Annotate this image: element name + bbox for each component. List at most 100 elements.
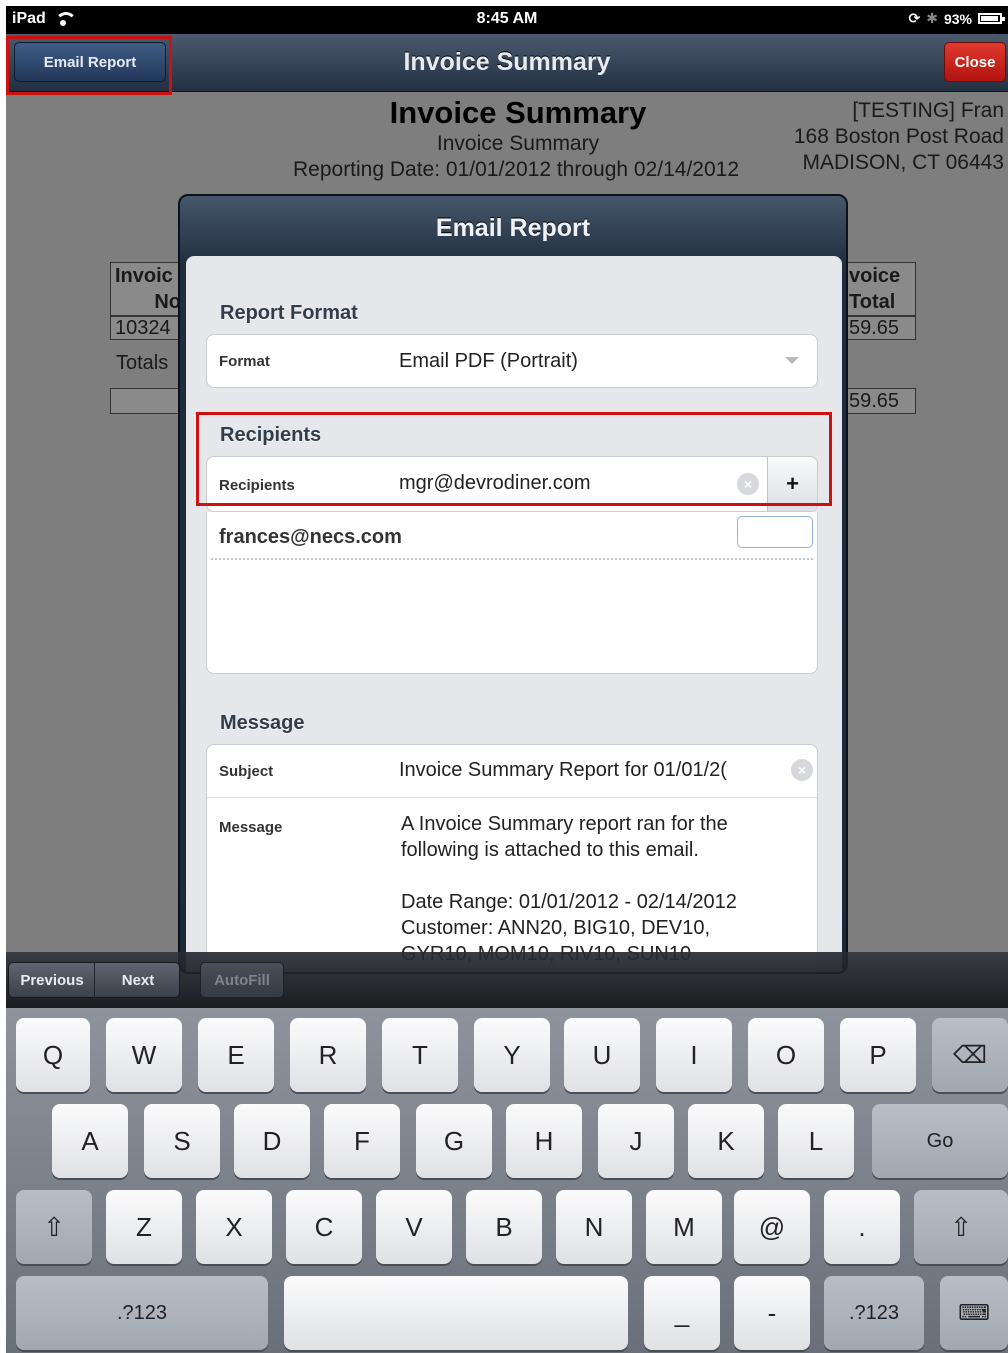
format-label: Format — [219, 353, 270, 370]
keyboard-icon: ⌨ — [958, 1300, 990, 1325]
table-cell-invoice-no: 10324 — [110, 316, 186, 340]
key-l[interactable]: L — [778, 1104, 854, 1178]
key-v[interactable]: V — [376, 1190, 452, 1264]
message-textarea[interactable]: A Invoice Summary report ran for the fol… — [401, 811, 737, 967]
divider — [211, 558, 813, 560]
numbers-key-right[interactable]: .?123 — [824, 1276, 924, 1350]
format-row[interactable]: Format Email PDF (Portrait) — [206, 334, 818, 388]
shift-key-left[interactable]: ⇧ — [16, 1190, 92, 1264]
report-format-section-label: Report Format — [220, 302, 358, 324]
key-p[interactable]: P — [840, 1018, 916, 1092]
table-header-invoice-no: Invoic No — [110, 262, 186, 316]
delete-icon: ⌫ — [953, 1041, 987, 1069]
divider — [207, 797, 817, 798]
subject-input[interactable]: Invoice Summary Report for 01/01/2( — [399, 759, 789, 782]
key-dash[interactable]: - — [734, 1276, 810, 1350]
shift-icon: ⇧ — [950, 1211, 972, 1242]
key-r[interactable]: R — [290, 1018, 366, 1092]
divider — [94, 962, 95, 998]
recipient-entry[interactable]: frances@necs.com — [219, 526, 402, 549]
keyboard-toolbar: Previous Next AutoFill — [6, 952, 1008, 1008]
message-section-label: Message — [220, 712, 305, 734]
format-select[interactable]: Email PDF (Portrait) — [399, 350, 578, 373]
key-t[interactable]: T — [382, 1018, 458, 1092]
modal-body: Report Format Format Email PDF (Portrait… — [186, 256, 842, 972]
message-line: Date Range: 01/01/2012 - 02/14/2012 — [401, 891, 737, 913]
backspace-key[interactable]: ⌫ — [932, 1018, 1008, 1092]
chevron-down-icon — [785, 357, 799, 364]
battery-percent: 93% — [943, 10, 972, 27]
message-line: Customer: ANN20, BIG10, DEV10, — [401, 917, 711, 939]
screen: iPad 8:45 AM ⟳ ✱ 93% Invoice Summary Inv… — [0, 0, 1008, 1353]
table-header-invoice-total: voice Total — [844, 262, 916, 316]
key-h[interactable]: H — [506, 1104, 582, 1178]
key-period[interactable]: . — [824, 1190, 900, 1264]
address-line: MADISON, CT 06443 — [802, 151, 1004, 174]
key-w[interactable]: W — [106, 1018, 182, 1092]
table-cell-invoice-total: 59.65 — [844, 316, 916, 340]
key-y[interactable]: Y — [474, 1018, 550, 1092]
key-i[interactable]: I — [656, 1018, 732, 1092]
key-b[interactable]: B — [466, 1190, 542, 1264]
remove-recipient-button[interactable] — [737, 516, 813, 548]
hide-keyboard-key[interactable]: ⌨ — [940, 1276, 1008, 1350]
report-title: Invoice Summary — [389, 95, 647, 130]
go-key[interactable]: Go — [872, 1104, 1008, 1178]
totals-cell-invoice-total: 59.65 — [844, 388, 916, 414]
message-line: following is attached to this email. — [401, 839, 699, 861]
key-c[interactable]: C — [286, 1190, 362, 1264]
next-button[interactable]: Next — [95, 972, 181, 989]
key-u[interactable]: U — [564, 1018, 640, 1092]
totals-label: Totals — [116, 352, 169, 374]
shift-key-right[interactable]: ⇧ — [914, 1190, 1008, 1264]
report-date-range: Reporting Date: 01/01/2012 through 02/14… — [292, 158, 739, 181]
subject-label: Subject — [219, 763, 274, 780]
clock: 8:45 AM — [476, 10, 538, 27]
address-line: 168 Boston Post Road — [793, 125, 1004, 148]
key-q[interactable]: Q — [16, 1018, 90, 1092]
message-group: Subject Invoice Summary Report for 01/01… — [206, 744, 818, 972]
close-button[interactable]: Close — [944, 42, 1006, 82]
clear-icon[interactable]: × — [791, 759, 813, 781]
battery-icon — [978, 13, 1005, 24]
header-line: voice — [849, 265, 901, 287]
message-label: Message — [219, 819, 283, 836]
key-at[interactable]: @ — [734, 1190, 810, 1264]
report-subtitle: Invoice Summary — [436, 132, 600, 155]
key-k[interactable]: K — [688, 1104, 764, 1178]
key-n[interactable]: N — [556, 1190, 632, 1264]
report-table-right: voice Total 59.65 59.65 — [844, 262, 916, 414]
email-report-modal: Email Report Report Format Format Email … — [178, 194, 848, 974]
status-bar: iPad 8:45 AM ⟳ ✱ 93% — [6, 6, 1008, 34]
numbers-key-left[interactable]: .?123 — [16, 1276, 268, 1350]
key-e[interactable]: E — [198, 1018, 274, 1092]
address-line: [TESTING] Fran — [852, 99, 1004, 122]
autofill-button[interactable]: AutoFill — [200, 962, 284, 998]
modal-title: Email Report — [435, 214, 591, 242]
bluetooth-icon: ✱ — [926, 10, 938, 26]
company-address: [TESTING] Fran 168 Boston Post Road MADI… — [794, 98, 1004, 176]
recipient-list: frances@necs.com — [206, 512, 818, 674]
key-a[interactable]: A — [52, 1104, 128, 1178]
lock-rotation-icon: ⟳ — [908, 10, 921, 26]
space-key[interactable] — [284, 1276, 628, 1350]
key-o[interactable]: O — [748, 1018, 824, 1092]
highlight-recipients — [196, 412, 832, 506]
key-m[interactable]: M — [646, 1190, 722, 1264]
key-d[interactable]: D — [234, 1104, 310, 1178]
key-g[interactable]: G — [416, 1104, 492, 1178]
highlight-email-report — [6, 36, 172, 95]
key-x[interactable]: X — [196, 1190, 272, 1264]
message-line: A Invoice Summary report ran for the — [401, 813, 728, 835]
key-z[interactable]: Z — [106, 1190, 182, 1264]
totals-cell-empty — [110, 388, 186, 414]
previous-button[interactable]: Previous — [9, 972, 95, 989]
key-underscore[interactable]: _ — [644, 1276, 720, 1350]
key-s[interactable]: S — [144, 1104, 220, 1178]
keyboard: Q W E R T Y U I O P ⌫ A S D F G H J K L … — [6, 1008, 1008, 1353]
shift-icon: ⇧ — [43, 1211, 65, 1242]
key-f[interactable]: F — [324, 1104, 400, 1178]
key-j[interactable]: J — [598, 1104, 674, 1178]
